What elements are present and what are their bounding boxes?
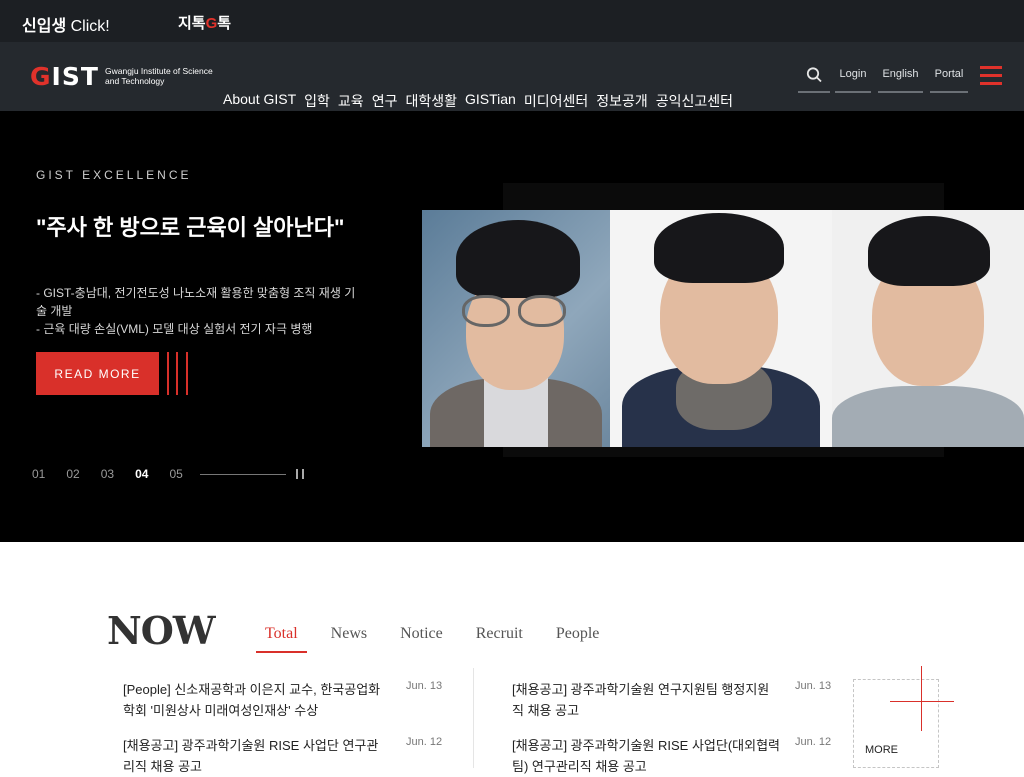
read-more-button[interactable]: READ MORE (36, 352, 159, 395)
freshman-label: 신입생 (22, 18, 67, 35)
pager-04[interactable]: 04 (135, 467, 148, 481)
nav-media-center[interactable]: 미디어센터 (524, 91, 588, 111)
search-icon (806, 67, 822, 83)
portrait-2 (610, 210, 832, 447)
hero-desc-line-1: - GIST-충남대, 전기전도성 나노소재 활용한 맞춤형 조직 재생 기술 … (36, 286, 356, 318)
main-nav: About GIST 입학 교육 연구 대학생활 GISTian 미디어센터 정… (223, 91, 741, 111)
login-link[interactable]: Login (835, 60, 871, 93)
jitok-g-icon: G (205, 15, 218, 32)
news-title: [채용공고] 광주과학기술원 RISE 사업단 연구관리직 채용 공고 (123, 738, 379, 774)
nav-admission[interactable]: 입학 (304, 91, 330, 111)
click-label: Click! (70, 18, 110, 35)
news-title: [채용공고] 광주과학기술원 연구지원팀 행정지원직 채용 공고 (512, 682, 770, 718)
portal-link[interactable]: Portal (930, 60, 968, 93)
site-header: GIST Gwangju Institute of Science and Te… (0, 42, 1024, 111)
plus-icon-horizontal (890, 701, 954, 702)
plus-icon-vertical (921, 666, 922, 731)
column-divider (473, 668, 474, 768)
portrait-3 (832, 210, 1024, 447)
search-button[interactable] (798, 60, 830, 93)
news-date: Jun. 13 (795, 680, 832, 692)
now-tabs: Total News Notice Recruit People (256, 623, 623, 653)
nav-research[interactable]: 연구 (372, 91, 398, 111)
carousel-pager: 01 02 03 04 05 (32, 467, 304, 481)
jitok-link[interactable]: 지톡G톡 (178, 12, 231, 33)
tab-total[interactable]: Total (256, 623, 307, 653)
pager-03[interactable]: 03 (101, 467, 114, 481)
news-title: [채용공고] 광주과학기술원 RISE 사업단(대외협력팀) 연구관리직 채용 … (512, 738, 781, 774)
more-label: MORE (865, 744, 898, 756)
hero-carousel: GIST EXCELLENCE "주사 한 방으로 근육이 살아난다" - GI… (0, 111, 1024, 542)
hamburger-menu-icon[interactable] (980, 66, 1002, 86)
nav-whistleblower[interactable]: 공익신고센터 (656, 91, 733, 111)
now-section-title: NOW (107, 608, 216, 653)
freshman-click-link[interactable]: 신입생 Click! (22, 12, 110, 36)
jitok-post: 톡 (217, 15, 232, 32)
hero-headline: "주사 한 방으로 근육이 살아난다" (36, 215, 345, 240)
hero-photo (422, 210, 1024, 447)
top-strip: 신입생 Click! 지톡G톡 (0, 0, 1024, 42)
news-title: [People] 신소재공학과 이은지 교수, 한국공업화학회 '미원상사 미래… (123, 682, 381, 718)
hero-kicker: GIST EXCELLENCE (36, 168, 192, 182)
english-link[interactable]: English (878, 60, 923, 93)
tab-people[interactable]: People (547, 623, 609, 653)
logo-mark: GIST (30, 62, 99, 91)
jitok-pre: 지톡 (178, 15, 206, 32)
news-date: Jun. 12 (406, 736, 443, 748)
hero-desc-line-2: - 근육 대량 손실(VML) 모델 대상 실험서 전기 자극 병행 (36, 322, 313, 336)
news-date: Jun. 13 (406, 680, 443, 692)
tab-recruit[interactable]: Recruit (467, 623, 532, 653)
portrait-1 (422, 210, 610, 447)
tab-notice[interactable]: Notice (391, 623, 452, 653)
nav-info-disclosure[interactable]: 정보공개 (596, 91, 648, 111)
nav-campus-life[interactable]: 대학생활 (405, 91, 457, 111)
logo-subtitle: Gwangju Institute of Science and Technol… (105, 66, 213, 86)
nav-education[interactable]: 교육 (338, 91, 364, 111)
nav-gistian[interactable]: GISTian (465, 91, 516, 111)
progress-line (199, 473, 286, 475)
decorative-bars (166, 352, 190, 395)
pager-05[interactable]: 05 (169, 467, 182, 481)
pager-01[interactable]: 01 (32, 467, 45, 481)
pause-icon[interactable] (295, 469, 304, 479)
pager-02[interactable]: 02 (66, 467, 79, 481)
news-date: Jun. 12 (795, 736, 832, 748)
more-button[interactable]: MORE (853, 666, 954, 768)
nav-about[interactable]: About GIST (223, 91, 296, 111)
hero-description: - GIST-충남대, 전기전도성 나노소재 활용한 맞춤형 조직 재생 기술 … (36, 284, 366, 338)
tab-news[interactable]: News (322, 623, 376, 653)
